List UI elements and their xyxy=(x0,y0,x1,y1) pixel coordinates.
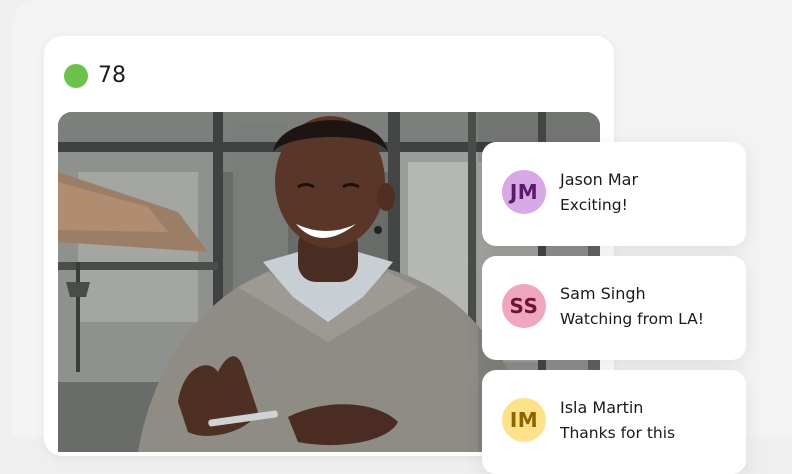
comment-card: IM Isla Martin Thanks for this xyxy=(482,370,746,474)
viewer-indicator: 78 xyxy=(64,64,126,88)
commenter-name: Jason Mar xyxy=(560,170,639,189)
comment-card: SS Sam Singh Watching from LA! xyxy=(482,256,746,360)
comment-text: Exciting! xyxy=(560,196,628,214)
viewer-count: 78 xyxy=(98,63,126,88)
commenter-name: Sam Singh xyxy=(560,284,646,303)
avatar: JM xyxy=(502,170,546,214)
comment-card: JM Jason Mar Exciting! xyxy=(482,142,746,246)
commenter-name: Isla Martin xyxy=(560,398,644,417)
comment-text: Thanks for this xyxy=(560,424,676,442)
avatar: IM xyxy=(502,398,546,442)
avatar: SS xyxy=(502,284,546,328)
comment-text: Watching from LA! xyxy=(560,310,704,328)
live-status-icon xyxy=(64,64,88,88)
